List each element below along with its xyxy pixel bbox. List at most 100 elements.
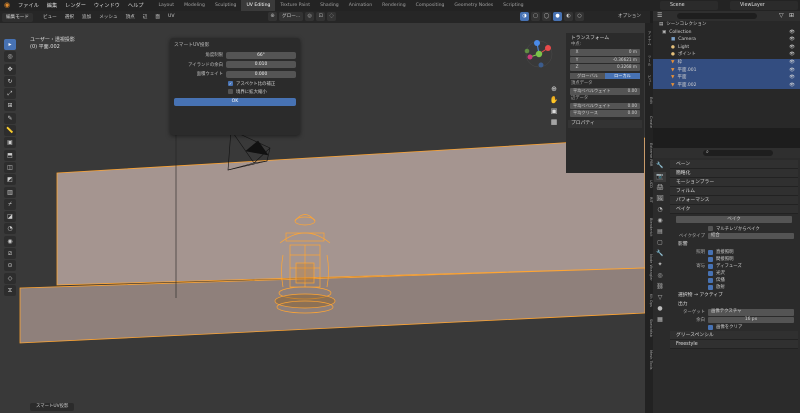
diffuse-checkbox[interactable]: 寄与 ディフューズ	[670, 263, 798, 270]
tab-rendering[interactable]: Rendering	[377, 0, 410, 11]
menu-face[interactable]: 面	[151, 14, 164, 20]
coord-z-field[interactable]: Z 0.3268 m	[570, 64, 640, 71]
options-menu[interactable]: オプション	[618, 13, 641, 19]
outliner-search[interactable]	[677, 13, 757, 19]
crease-field[interactable]: 平均クリース 0.00	[570, 110, 640, 117]
menu-file[interactable]: ファイル	[14, 2, 43, 9]
transform-icon[interactable]: ⊞	[4, 100, 16, 112]
transform-orientation[interactable]: グロー...	[279, 12, 304, 21]
outliner-row-scene[interactable]: ▤ シーンコレクション	[653, 21, 800, 29]
tab-sketchfab[interactable]: Sketchfab	[645, 313, 653, 343]
add-cube-icon[interactable]: ▣	[4, 137, 16, 149]
render-properties-icon[interactable]: 📷	[654, 172, 666, 182]
indirect-lighting-checkbox[interactable]: 間接照明	[670, 256, 798, 263]
outliner-row[interactable]: ▣ Collection 👁	[653, 29, 800, 37]
bake-button[interactable]: ベイク	[676, 216, 792, 223]
tab-texture-paint[interactable]: Texture Paint	[275, 0, 315, 11]
tab-scripting[interactable]: Scripting	[498, 0, 528, 11]
section-bake[interactable]: ベイク	[670, 205, 798, 214]
visibility-eye-icon[interactable]: 👁	[789, 67, 795, 75]
knife-icon[interactable]: ⌿	[4, 198, 16, 210]
measure-icon[interactable]: 📏	[4, 125, 16, 137]
shear-icon[interactable]: ◇	[4, 272, 16, 284]
vertex-bevel-weight-field[interactable]: 平均ベベルウェイト 0.00	[570, 88, 640, 95]
annotate-icon[interactable]: ✎	[4, 112, 16, 124]
edge-bevel-weight-field[interactable]: 平均ベベルウェイト 0.00	[570, 102, 640, 109]
zoom-icon[interactable]: ⊕	[548, 85, 560, 96]
correct-aspect-checkbox[interactable]: ✓ アスペクト比の補正	[174, 80, 296, 88]
menu-uv[interactable]: UV	[164, 14, 179, 20]
margin-field[interactable]: 16 px	[708, 316, 794, 323]
data-properties-icon[interactable]: ▽	[654, 293, 666, 303]
scale-to-bounds-checkbox[interactable]: 境界に拡大縮小	[174, 88, 296, 96]
angle-limit-field[interactable]: 66°	[226, 51, 296, 59]
view-layer-selector[interactable]: ViewLayer	[730, 1, 798, 10]
coord-y-field[interactable]: Y -0.36621 m	[570, 56, 640, 63]
transmission-checkbox[interactable]: 伝播	[670, 277, 798, 284]
bake-type-select[interactable]: 結合	[708, 232, 794, 239]
smooth-icon[interactable]: ◉	[4, 235, 16, 247]
visibility-eye-icon[interactable]: 👁	[789, 59, 795, 67]
poly-build-icon[interactable]: ◪	[4, 211, 16, 223]
perspective-grid-icon[interactable]: ▦	[548, 118, 560, 129]
rotate-icon[interactable]: ↻	[4, 75, 16, 87]
shrink-fatten-icon[interactable]: ⊙	[4, 260, 16, 272]
section-influence[interactable]: 影響	[670, 239, 798, 249]
tab-mesh-tools[interactable]: Mesh Tools	[645, 345, 653, 375]
particles-icon[interactable]: ✦	[654, 260, 666, 270]
filter-icon[interactable]: ▽	[779, 12, 784, 19]
xray-icon[interactable]: ▢	[531, 12, 540, 21]
transform-orientation-icon[interactable]: ⊕	[268, 12, 277, 21]
physics-icon[interactable]: ◎	[654, 271, 666, 281]
coord-x-field[interactable]: X 0 m	[570, 49, 640, 56]
blender-logo-icon[interactable]: ◉	[2, 1, 12, 10]
material-shading-icon[interactable]: ◐	[564, 12, 573, 21]
rip-icon[interactable]: ⧖	[4, 284, 16, 296]
local-button[interactable]: ローカル	[605, 72, 640, 79]
tab-node-wrangler[interactable]: Node Wrangler	[645, 247, 653, 287]
loop-cut-icon[interactable]: ▥	[4, 186, 16, 198]
section-motion-blur[interactable]: モーションブラー	[670, 178, 798, 187]
last-operator-chip[interactable]: スマートUV投影	[30, 403, 75, 411]
outliner-row[interactable]: ▼ 枠 👁	[653, 58, 800, 67]
proportional-edit-icon[interactable]: ◌	[327, 12, 337, 21]
tab-modeling[interactable]: Modeling	[179, 0, 210, 11]
outliner-row[interactable]: ▼ 平面 👁	[653, 74, 800, 82]
mode-selector[interactable]: 編集モード	[2, 12, 33, 22]
tab-extreme-pbr[interactable]: Extreme PBR	[645, 135, 653, 175]
tab-view[interactable]: ビュー	[645, 71, 653, 89]
scene-properties-icon[interactable]: ◔	[654, 205, 666, 215]
section-simplify[interactable]: 簡略化	[670, 169, 798, 178]
outliner-row[interactable]: ▼ 平面.002 👁	[653, 81, 800, 90]
menu-view[interactable]: ビュー	[39, 14, 61, 20]
outliner-row[interactable]: ● Light 👁	[653, 44, 800, 52]
section-output[interactable]: 出力	[670, 299, 798, 309]
tab-layout[interactable]: Layout	[153, 0, 179, 11]
tab-kit-ops[interactable]: Kit Ops	[645, 289, 653, 311]
world-properties-icon[interactable]: ◉	[654, 216, 666, 226]
menu-add[interactable]: 追加	[78, 14, 95, 20]
outliner-row[interactable]: ■ Camera 👁	[653, 36, 800, 44]
section-grease-pencil[interactable]: グリースペンシル	[670, 330, 798, 340]
tool-settings-icon[interactable]: 🔧	[654, 161, 666, 171]
menu-edge[interactable]: 辺	[139, 14, 152, 20]
menu-select[interactable]: 選択	[61, 14, 78, 20]
cursor-icon[interactable]: ◎	[4, 51, 16, 63]
bevel-icon[interactable]: ◩	[4, 174, 16, 186]
tab-create[interactable]: Create	[645, 111, 653, 133]
menu-window[interactable]: ウィンドウ	[90, 2, 124, 9]
visibility-eye-icon[interactable]: 👁	[789, 44, 795, 52]
emit-checkbox[interactable]: 放射	[670, 284, 798, 291]
move-icon[interactable]: ✥	[4, 63, 16, 75]
section-film[interactable]: フィルム	[670, 187, 798, 196]
scene-selector[interactable]: Scene	[660, 1, 718, 10]
ok-button[interactable]: OK	[174, 97, 296, 106]
outliner-row[interactable]: ▼ 平面.001 👁	[653, 66, 800, 75]
visibility-eye-icon[interactable]: 👁	[789, 74, 795, 82]
scale-icon[interactable]: ⤢	[4, 88, 16, 100]
spin-icon[interactable]: ◔	[4, 223, 16, 235]
tab-sculpting[interactable]: Sculpting	[210, 0, 241, 11]
select-box-icon[interactable]: ▸	[4, 39, 16, 50]
properties-section[interactable]: プロパティ	[568, 119, 642, 128]
direct-lighting-checkbox[interactable]: 照明 直接照明	[670, 249, 798, 256]
